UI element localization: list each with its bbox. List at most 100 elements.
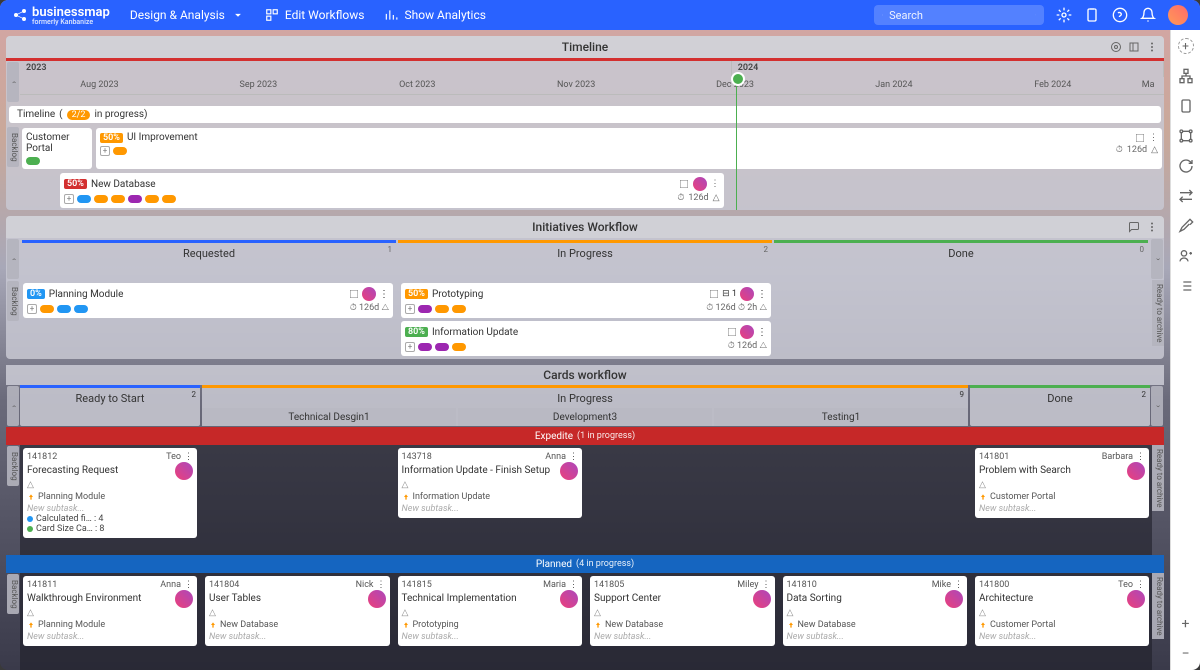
- show-analytics-button[interactable]: Show Analytics: [384, 8, 485, 22]
- more-icon[interactable]: ⋮: [1136, 580, 1145, 590]
- more-icon[interactable]: ⋮: [377, 580, 386, 590]
- more-icon[interactable]: ⋮: [1136, 452, 1145, 462]
- more-icon[interactable]: ⋮: [757, 327, 767, 338]
- subcolumn-header[interactable]: Development3: [458, 408, 712, 426]
- initiative-card[interactable]: 50%Prototyping⊟ 1⋮+⏱ 126d ⏱ 2h △: [401, 283, 771, 318]
- assignee-avatar[interactable]: [740, 287, 754, 301]
- workspace-dropdown[interactable]: Design & Analysis: [130, 8, 245, 22]
- users-icon[interactable]: [1178, 248, 1194, 264]
- assignee-avatar[interactable]: [560, 590, 578, 608]
- collapse-handle[interactable]: ‹: [7, 62, 19, 102]
- add-chip[interactable]: +: [405, 342, 415, 352]
- gear-icon[interactable]: [1056, 7, 1072, 23]
- column-header[interactable]: Done0: [774, 243, 1148, 263]
- help-icon[interactable]: [1112, 7, 1128, 23]
- hierarchy-icon[interactable]: [1178, 68, 1194, 84]
- kanban-card[interactable]: 143718Anna⋮Information Update - Finish S…: [398, 448, 583, 518]
- archive-tab[interactable]: Ready to archive: [1152, 445, 1164, 511]
- more-icon[interactable]: ⋮: [711, 179, 720, 189]
- more-icon[interactable]: ⋮: [1149, 133, 1158, 143]
- more-icon[interactable]: ⋮: [569, 452, 578, 462]
- add-chip[interactable]: +: [405, 304, 415, 314]
- collapse-handle[interactable]: ‹: [7, 386, 19, 426]
- subcolumn-header[interactable]: Testing1: [714, 408, 968, 426]
- swap-icon[interactable]: [1178, 188, 1194, 204]
- user-avatar[interactable]: [1168, 5, 1188, 25]
- assignee-avatar[interactable]: [1127, 462, 1145, 480]
- new-subtask-input[interactable]: New subtask...: [979, 504, 1145, 514]
- new-subtask-input[interactable]: New subtask...: [209, 632, 386, 642]
- minus-icon[interactable]: −: [1181, 646, 1189, 662]
- timeline-card[interactable]: 50%UI Improvement ⋮ +⏱ 126d △: [96, 128, 1162, 169]
- collapse-handle[interactable]: ›: [1151, 386, 1163, 426]
- column-header-inprogress[interactable]: In Progress9: [202, 388, 968, 408]
- add-chip[interactable]: +: [27, 304, 37, 314]
- new-subtask-input[interactable]: New subtask...: [787, 632, 964, 642]
- swimlane-header[interactable]: Expedite (1 in progress): [6, 427, 1164, 445]
- collapse-handle[interactable]: ‹: [7, 239, 19, 279]
- column-header[interactable]: In Progress2: [398, 243, 772, 263]
- more-icon[interactable]: ⋮: [184, 580, 193, 590]
- backlog-tab[interactable]: Backlog: [7, 281, 19, 321]
- initiative-card[interactable]: 0%Planning Module⋮+⏱ 126d △: [23, 283, 393, 318]
- refresh-icon[interactable]: [1178, 158, 1194, 174]
- assignee-avatar[interactable]: [362, 287, 376, 301]
- column-header-done[interactable]: Done2: [970, 388, 1150, 408]
- more-icon[interactable]: ⋮: [757, 289, 767, 300]
- kanban-card[interactable]: 141805Miley⋮Support Center△New DatabaseN…: [590, 576, 775, 646]
- assignee-avatar[interactable]: [368, 590, 386, 608]
- more-icon[interactable]: [1146, 41, 1158, 53]
- more-icon[interactable]: ⋮: [954, 580, 963, 590]
- add-chip[interactable]: +: [64, 194, 74, 204]
- assignee-avatar[interactable]: [945, 590, 963, 608]
- clipboard-icon[interactable]: [1178, 98, 1194, 114]
- assignee-avatar[interactable]: [175, 590, 193, 608]
- new-subtask-input[interactable]: New subtask...: [594, 632, 771, 642]
- more-icon[interactable]: ⋮: [379, 289, 389, 300]
- kanban-card[interactable]: 141804Nick⋮User Tables△New DatabaseNew s…: [205, 576, 390, 646]
- search-input[interactable]: [889, 9, 1029, 22]
- panel-icon[interactable]: [1128, 41, 1140, 53]
- assignee-avatar[interactable]: [740, 325, 754, 339]
- assignee-avatar[interactable]: [753, 590, 771, 608]
- more-icon[interactable]: ⋮: [762, 580, 771, 590]
- backlog-tab[interactable]: Backlog: [7, 574, 19, 614]
- new-subtask-input[interactable]: New subtask...: [27, 504, 193, 514]
- kanban-card[interactable]: 141811Anna⋮Walkthrough Environment△Plann…: [23, 576, 197, 646]
- assignee-avatar[interactable]: [693, 177, 707, 191]
- backlog-tab[interactable]: Backlog: [7, 446, 19, 486]
- bell-icon[interactable]: [1140, 7, 1156, 23]
- kanban-card[interactable]: 141800Teo⋮Architecture△Customer PortalNe…: [975, 576, 1149, 646]
- swimlane-header[interactable]: Planned (4 in progress): [6, 555, 1164, 573]
- target-icon[interactable]: [1110, 41, 1122, 53]
- assignee-avatar[interactable]: [560, 462, 578, 480]
- new-subtask-input[interactable]: New subtask...: [402, 632, 579, 642]
- more-icon[interactable]: ⋮: [569, 580, 578, 590]
- subcolumn-header[interactable]: Technical Desgin1: [202, 408, 456, 426]
- clipboard-icon[interactable]: [1084, 7, 1100, 23]
- list-icon[interactable]: [1178, 278, 1194, 294]
- timeline-card[interactable]: Customer Portal: [22, 128, 92, 169]
- new-subtask-input[interactable]: New subtask...: [402, 504, 579, 514]
- new-subtask-input[interactable]: New subtask...: [27, 632, 193, 642]
- add-icon[interactable]: +: [1178, 38, 1194, 54]
- more-icon[interactable]: ⋮: [184, 452, 193, 462]
- brand-logo[interactable]: businessmapformerly Kanbanize: [12, 5, 110, 26]
- assignee-avatar[interactable]: [175, 462, 193, 480]
- new-subtask-input[interactable]: New subtask...: [979, 632, 1145, 642]
- search-box[interactable]: [874, 5, 1044, 25]
- assignee-avatar[interactable]: [1127, 590, 1145, 608]
- kanban-card[interactable]: 141815Maria⋮Technical Implementation△Pro…: [398, 576, 583, 646]
- column-header[interactable]: Requested1: [22, 243, 396, 263]
- chevron-down-icon[interactable]: [1035, 10, 1036, 20]
- comment-icon[interactable]: [1128, 221, 1140, 233]
- edit-workflows-button[interactable]: Edit Workflows: [265, 8, 365, 22]
- tools-icon[interactable]: [1178, 218, 1194, 234]
- initiative-card[interactable]: 80%Information Update⋮+⏱ 126d △: [401, 321, 771, 356]
- kanban-card[interactable]: 141812Teo⋮Forecasting Request△Planning M…: [23, 448, 197, 538]
- add-chip[interactable]: +: [100, 146, 110, 156]
- more-icon[interactable]: [1146, 221, 1158, 233]
- collapse-handle[interactable]: ›: [1151, 239, 1163, 279]
- column-header-ready[interactable]: Ready to Start2: [20, 388, 200, 408]
- plus-icon[interactable]: +: [1182, 616, 1190, 632]
